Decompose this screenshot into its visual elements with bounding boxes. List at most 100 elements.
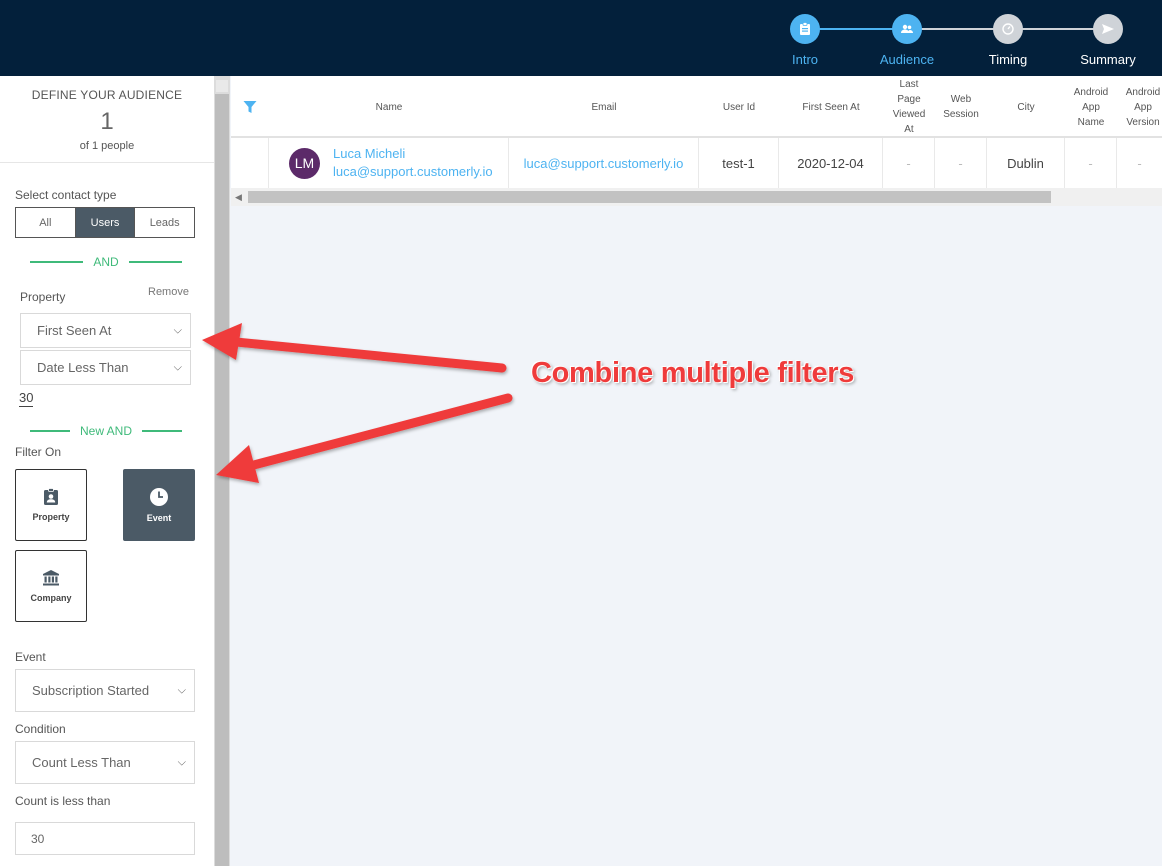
column-email[interactable]: Email [509,76,699,138]
remove-link[interactable]: Remove [148,286,189,298]
chevron-down-icon: ⌵ [177,684,186,696]
contact-type-label: Select contact type [15,188,117,202]
android-app-name-cell: - [1065,138,1117,188]
property-field-select[interactable]: First Seen At ⌵ [20,313,191,348]
contact-type-all[interactable]: All [16,208,76,237]
clock-icon [993,14,1023,44]
count-input[interactable]: 30 [15,822,195,855]
header-text: Version [1126,116,1160,128]
scroll-left-icon[interactable]: ◀ [235,192,242,203]
column-first-seen[interactable]: First Seen At [779,76,883,138]
annotation-text: Combine multiple filters [531,357,855,389]
email-cell[interactable]: luca@support.customerly.io [509,138,699,188]
header-text: App [1082,101,1100,113]
table-horizontal-scrollbar[interactable]: ◀ [231,188,1162,206]
filter-icon[interactable] [231,76,269,138]
chevron-down-icon: ⌵ [173,361,182,373]
count-label: Count is less than [15,794,111,808]
users-icon [892,14,922,44]
arrow-to-event-filter [216,393,513,483]
property-operator-select[interactable]: Date Less Than ⌵ [20,350,191,385]
scrollbar-thumb[interactable] [215,94,229,866]
event-label: Event [15,650,46,664]
event-value: Subscription Started [32,683,150,698]
audience-title: DEFINE YOUR AUDIENCE [31,88,183,102]
column-name[interactable]: Name [269,76,509,138]
step-audience[interactable]: Audience [857,14,957,67]
and-label: AND [93,255,119,269]
contact-type-users[interactable]: Users [75,208,136,237]
header-text: Name [1077,116,1105,128]
column-city[interactable]: City [987,76,1065,138]
top-bar: Intro Audience Timing Summary [0,0,1162,76]
event-select[interactable]: Subscription Started ⌵ [15,669,195,712]
filter-on-label: Filter On [15,445,62,459]
header-text: Web [950,94,972,105]
scrollbar-thumb[interactable] [248,191,1051,203]
column-web-session[interactable]: Web Session [935,76,987,138]
property-field-value: First Seen At [37,323,112,338]
column-android-app-version[interactable]: Android App Version [1117,76,1162,138]
scroll-up-button[interactable] [216,80,228,92]
property-label: Property [20,290,66,304]
filter-company-label: Company [30,593,72,603]
new-and-divider: New AND [30,424,183,438]
audience-count: 1 [100,108,114,135]
step-timing[interactable]: Timing [958,14,1058,67]
header-text: Last [899,79,919,90]
web-session-cell: - [935,138,987,188]
new-and-label: New AND [80,424,133,438]
filter-company-tile[interactable]: Company [15,550,87,622]
step-intro[interactable]: Intro [755,14,855,67]
column-user-id[interactable]: User Id [699,76,779,138]
column-android-app-name[interactable]: Android App Name [1065,76,1117,138]
send-icon [1093,14,1123,44]
filter-property-tile[interactable]: Property [15,469,87,541]
step-label: Timing [988,52,1028,67]
clock-icon [150,488,168,506]
city-cell: Dublin [987,138,1065,188]
contact-type-leads[interactable]: Leads [135,208,194,237]
clipboard-icon [790,14,820,44]
contact-email-link[interactable]: luca@support.customerly.io [333,163,493,181]
table-row[interactable]: LM Luca Micheli luca@support.customerly.… [231,138,1162,188]
condition-label: Condition [15,722,66,736]
column-last-page[interactable]: Last Page Viewed At [883,76,935,138]
user-id-cell: test-1 [699,138,779,188]
first-seen-cell: 2020-12-04 [779,138,883,188]
header-text: Page [897,94,921,105]
id-badge-icon [44,488,58,505]
sidebar-scrollbar[interactable] [214,76,230,866]
step-summary[interactable]: Summary [1058,14,1158,67]
table-header: Name Email User Id First Seen At Last Pa… [231,76,1162,138]
chevron-down-icon: ⌵ [173,324,182,336]
chevron-down-icon: ⌵ [177,756,186,768]
filter-property-label: Property [32,512,70,522]
header-text: App [1134,101,1152,113]
name-cell: LM Luca Micheli luca@support.customerly.… [269,138,509,188]
property-operator-value: Date Less Than [37,360,129,375]
contact-type-toggle: All Users Leads [15,207,195,238]
step-label: Intro [791,52,818,67]
condition-select[interactable]: Count Less Than ⌵ [15,741,195,784]
audience-table: Name Email User Id First Seen At Last Pa… [231,76,1162,206]
contact-info: Luca Micheli luca@support.customerly.io [333,145,493,181]
bank-icon [43,570,59,586]
filter-event-tile[interactable]: Event [123,469,195,541]
header-text: Android [1073,86,1109,98]
filter-event-label: Event [146,513,172,523]
audience-sidebar: DEFINE YOUR AUDIENCE 1 of 1 people Selec… [0,76,214,866]
last-page-cell: - [883,138,935,188]
avatar: LM [289,147,320,179]
condition-value: Count Less Than [32,755,131,770]
header-text: Android [1125,86,1161,98]
contact-name-link[interactable]: Luca Micheli [333,145,493,163]
property-value-input[interactable]: 30 [19,390,34,407]
header-text: Session [943,109,979,120]
step-label: Summary [1080,52,1136,67]
row-checkbox-cell [231,138,269,188]
android-app-version-cell: - [1137,155,1142,171]
count-value: 30 [31,831,45,846]
header-text: Viewed [892,109,926,120]
step-label: Audience [879,52,935,67]
